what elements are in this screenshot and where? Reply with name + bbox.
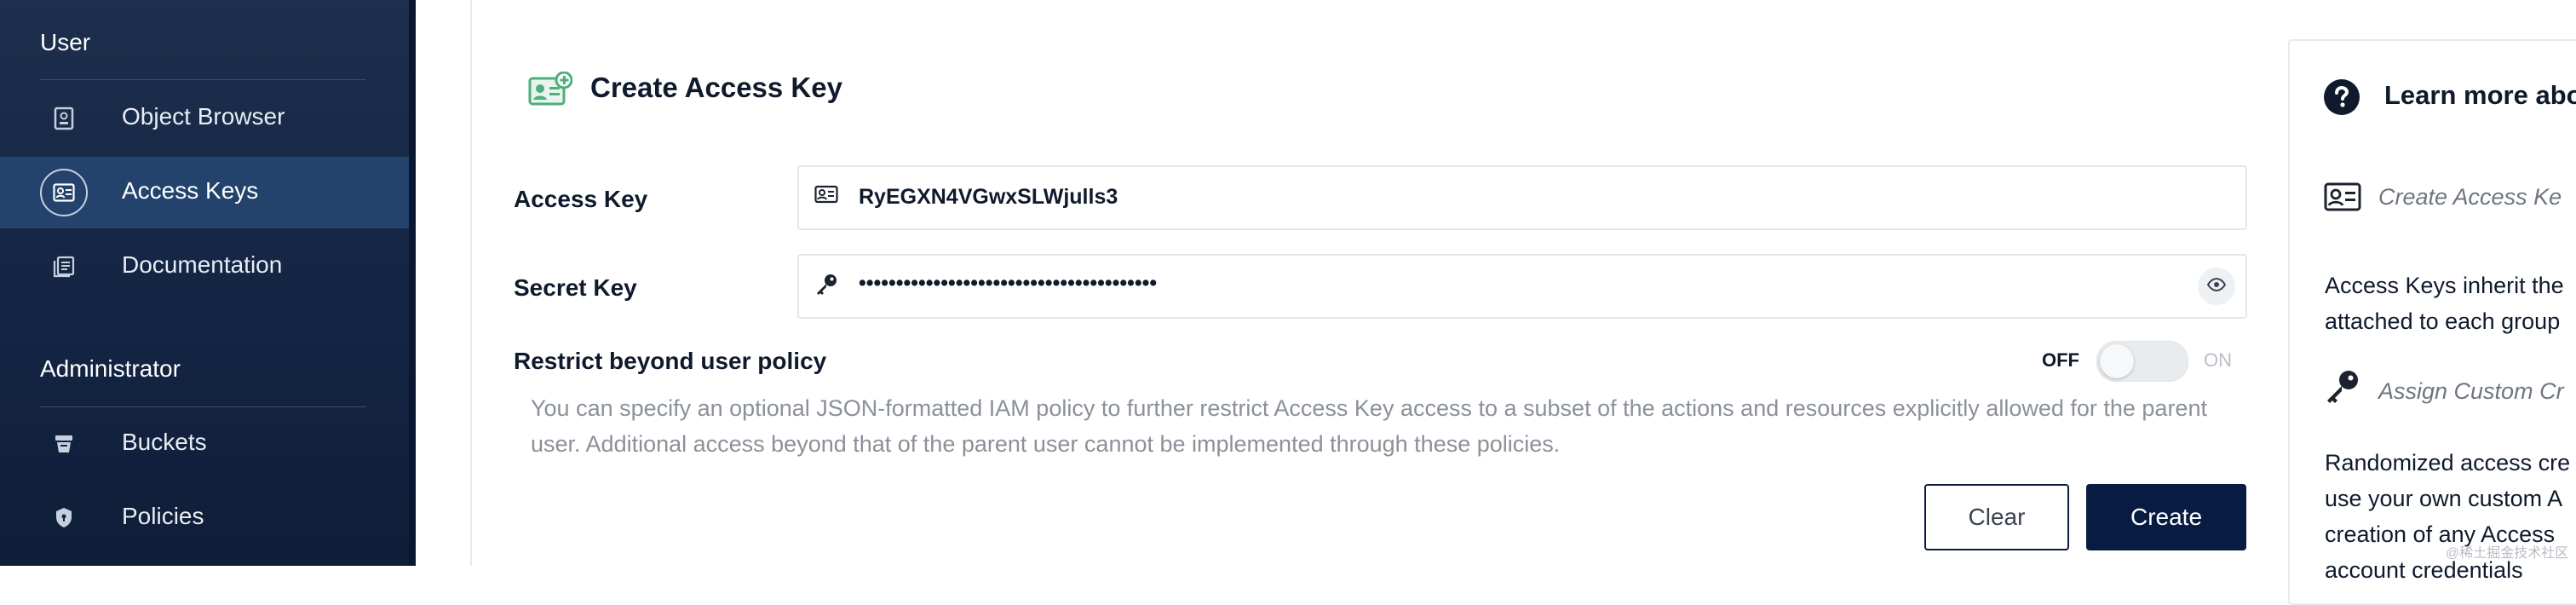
help-paragraph-line: Access Keys inherit the xyxy=(2325,273,2564,298)
id-card-icon xyxy=(2324,181,2361,217)
help-panel: Learn more abo Create Access Ke Access K… xyxy=(2288,39,2576,605)
toggle-on-label: ON xyxy=(2204,349,2232,371)
secret-key-label: Secret Key xyxy=(514,274,637,301)
sidebar-item-documentation[interactable]: Documentation xyxy=(0,231,409,302)
sidebar-item-label: Access Keys xyxy=(122,177,259,204)
sidebar-item-label: Policies xyxy=(122,503,204,529)
help-title: Learn more abo xyxy=(2384,80,2576,110)
main-divider xyxy=(470,0,472,566)
watermark: @稀土掘金技术社区 xyxy=(2446,546,2569,561)
help-icon xyxy=(2323,78,2360,120)
sidebar-item-policies[interactable]: Policies xyxy=(0,482,409,554)
sidebar-section-user: User xyxy=(40,29,91,55)
restrict-policy-description: You can specify an optional JSON-formatt… xyxy=(531,395,2207,457)
create-access-key-icon xyxy=(528,71,573,112)
sidebar-edge xyxy=(409,0,416,566)
toggle-off-label: OFF xyxy=(2042,349,2079,371)
help-row-create-access-key: Create Access Ke xyxy=(2378,184,2562,210)
sidebar: User Object Browser Access Keys Document… xyxy=(0,0,416,566)
help-paragraph-line: attached to each group xyxy=(2325,308,2561,334)
sidebar-item-buckets[interactable]: Buckets xyxy=(0,408,409,480)
eye-icon xyxy=(2206,277,2227,296)
help-row-assign-custom-credentials: Assign Custom Cr xyxy=(2378,378,2564,404)
toggle-visibility-button[interactable] xyxy=(2198,268,2235,305)
buckets-icon xyxy=(40,420,88,468)
restrict-policy-toggle[interactable] xyxy=(2096,341,2188,382)
object-browser-icon xyxy=(40,95,88,142)
documentation-icon xyxy=(40,243,88,291)
help-paragraph-line: Randomized access cre xyxy=(2325,450,2571,475)
access-key-field[interactable]: RyEGXN4VGwxSLWjulls3 xyxy=(797,165,2247,230)
secret-key-field[interactable]: •••••••••••••••••••••••••••••••••••••••• xyxy=(797,254,2247,319)
policies-icon xyxy=(40,494,88,542)
sidebar-item-object-browser[interactable]: Object Browser xyxy=(0,83,409,154)
clear-button[interactable]: Clear xyxy=(1924,484,2069,550)
sidebar-item-label: Object Browser xyxy=(122,103,285,130)
sidebar-item-access-keys[interactable]: Access Keys xyxy=(0,157,409,228)
create-button[interactable]: Create xyxy=(2086,484,2246,550)
key-icon xyxy=(814,273,838,301)
page-title: Create Access Key xyxy=(590,72,842,103)
access-key-label: Access Key xyxy=(514,186,648,212)
secret-key-value: •••••••••••••••••••••••••••••••••••••••• xyxy=(859,271,1158,295)
sidebar-divider xyxy=(40,406,366,407)
sidebar-divider xyxy=(40,79,366,80)
sidebar-item-label: Buckets xyxy=(122,429,207,455)
sidebar-section-administrator: Administrator xyxy=(40,355,181,382)
key-icon xyxy=(2324,368,2361,410)
sidebar-item-label: Documentation xyxy=(122,251,283,278)
id-card-icon xyxy=(814,184,838,209)
access-key-value: RyEGXN4VGwxSLWjulls3 xyxy=(859,185,1118,209)
access-keys-icon xyxy=(40,169,88,216)
help-paragraph-line: use your own custom A xyxy=(2325,486,2563,511)
restrict-policy-label: Restrict beyond user policy xyxy=(514,348,827,374)
toggle-knob xyxy=(2100,344,2134,378)
